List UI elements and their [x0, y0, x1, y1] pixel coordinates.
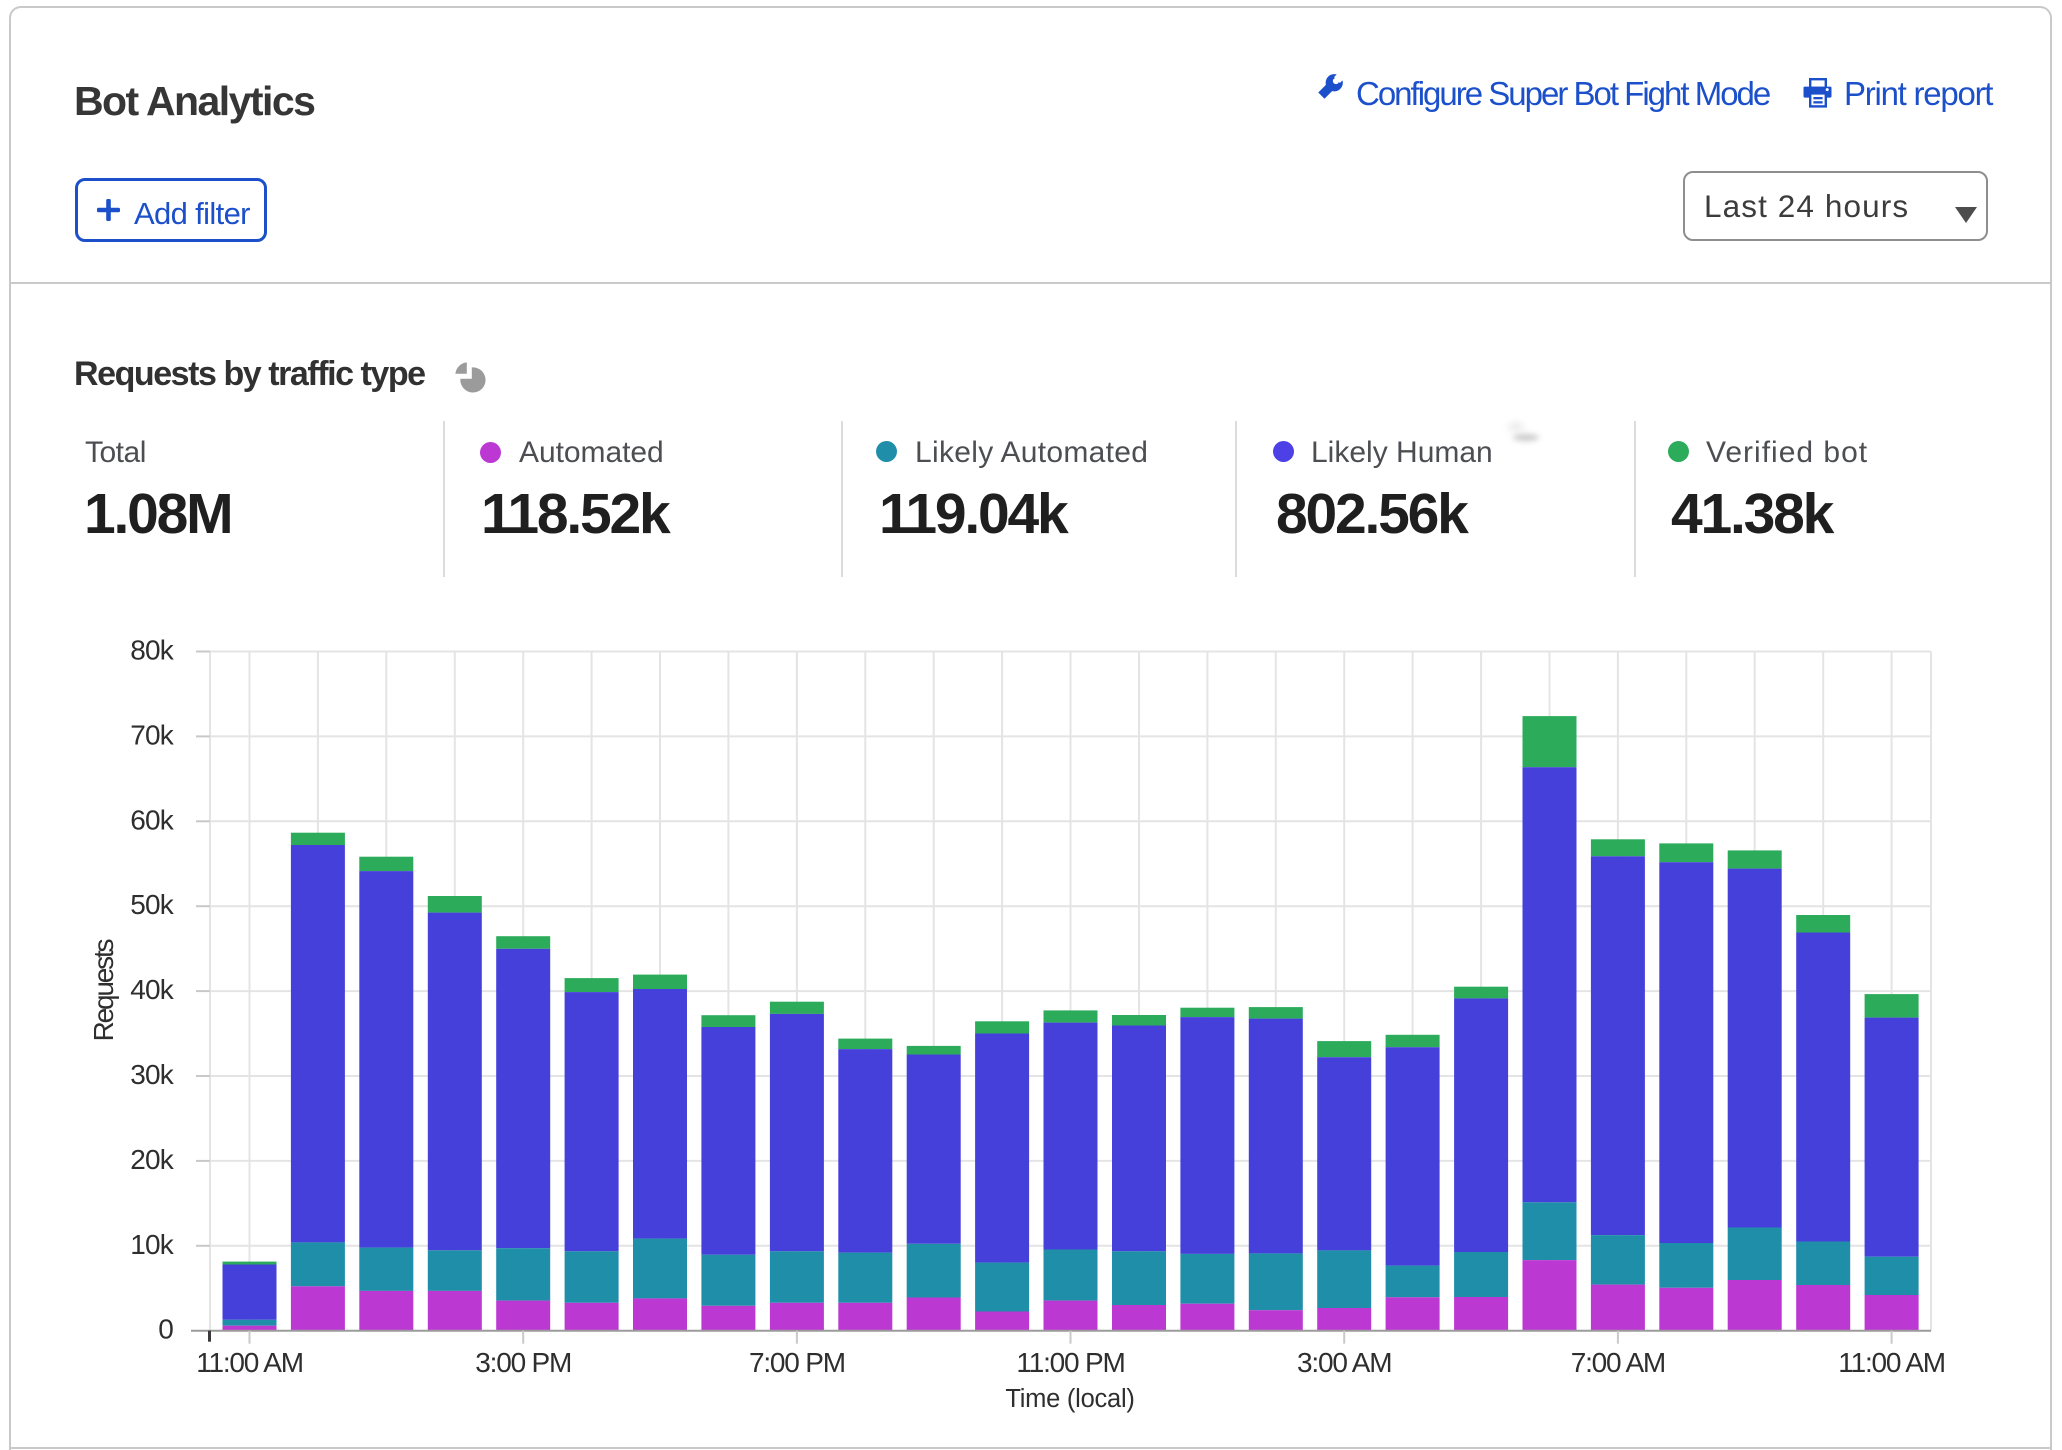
svg-text:3:00 PM: 3:00 PM	[475, 1347, 571, 1378]
svg-text:11:00 PM: 11:00 PM	[1016, 1347, 1124, 1378]
svg-text:3:00 AM: 3:00 AM	[1297, 1347, 1391, 1378]
svg-text:Requests: Requests	[88, 939, 119, 1041]
svg-text:7:00 AM: 7:00 AM	[1571, 1347, 1665, 1378]
svg-text:30k: 30k	[130, 1059, 175, 1090]
svg-text:60k: 60k	[130, 804, 175, 835]
svg-text:10k: 10k	[130, 1229, 175, 1260]
svg-text:20k: 20k	[130, 1144, 175, 1175]
svg-text:50k: 50k	[130, 889, 175, 920]
svg-text:0: 0	[158, 1314, 173, 1345]
svg-text:7:00 PM: 7:00 PM	[749, 1347, 845, 1378]
svg-text:11:00 AM: 11:00 AM	[1838, 1347, 1945, 1378]
svg-text:Time (local): Time (local)	[1005, 1385, 1134, 1413]
svg-text:11:00 AM: 11:00 AM	[196, 1347, 303, 1378]
svg-text:40k: 40k	[130, 974, 175, 1005]
svg-text:80k: 80k	[130, 635, 175, 666]
svg-text:70k: 70k	[130, 719, 175, 750]
